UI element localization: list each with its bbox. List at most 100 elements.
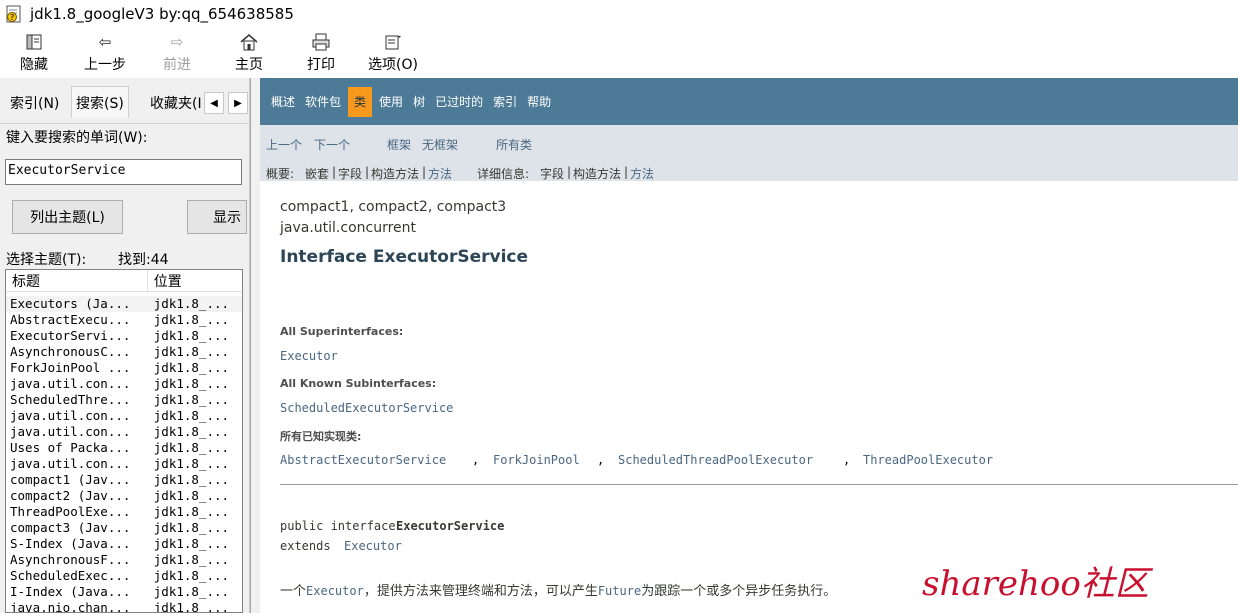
table-row[interactable]: ThreadPoolExe... jdk1.8_... [6, 504, 242, 520]
forward-button[interactable]: ⇨ 前进 [158, 28, 196, 78]
tab-favorites[interactable]: 收藏夹(I [146, 90, 204, 116]
impl-class-link[interactable]: ForkJoinPool [493, 453, 580, 467]
row-location: jdk1.8_... [153, 584, 230, 599]
table-row[interactable]: ScheduledThre... jdk1.8_... [6, 392, 242, 408]
table-row[interactable]: compact3 (Jav... jdk1.8_... [6, 520, 242, 536]
table-row[interactable]: AsynchronousF... jdk1.8_... [6, 552, 242, 568]
row-title: java.util.con... [10, 456, 131, 471]
package-name: java.util.concurrent [280, 220, 417, 236]
superinterface-link[interactable]: Executor [280, 349, 338, 363]
tab-scroll-left-button[interactable]: ◀ [204, 92, 224, 114]
search-input[interactable]: ExecutorService [5, 159, 242, 185]
subinterface-link[interactable]: ScheduledExecutorService [280, 401, 453, 415]
table-row[interactable]: java.util.con... jdk1.8_... [6, 424, 242, 440]
topic-list[interactable]: 标题 位置 Executors (Ja... jdk1.8_... Abstrac… [5, 269, 243, 613]
comma: , [597, 453, 605, 467]
column-location[interactable]: 位置 [148, 270, 242, 291]
table-row[interactable]: java.util.con... jdk1.8_... [6, 456, 242, 472]
no-frames-link[interactable]: 无框架 [422, 136, 458, 153]
table-row[interactable]: Uses of Packa... jdk1.8_... [6, 440, 242, 456]
desc-executor-link[interactable]: Executor [306, 584, 364, 598]
declaration-prefix: public interface [280, 519, 396, 533]
extends-link[interactable]: Executor [344, 539, 402, 553]
desc-text-1: 一个 [280, 584, 307, 599]
prev-class-link[interactable]: 上一个 [266, 136, 302, 153]
column-location-label: 位置 [153, 273, 182, 290]
impl-class-link[interactable]: ScheduledThreadPoolExecutor [618, 453, 813, 467]
subinterfaces-label: All Known Subinterfaces: [280, 377, 437, 390]
nav-tree[interactable]: 树 [408, 87, 430, 117]
divider [280, 484, 1238, 485]
next-class-link[interactable]: 下一个 [314, 136, 350, 153]
summary-constructor: 构造方法 [371, 167, 420, 181]
comma: , [472, 453, 480, 467]
frames-link[interactable]: 框架 [387, 136, 411, 153]
table-row[interactable]: java.nio.chan... jdk1.8_... [6, 600, 242, 613]
column-title[interactable]: 标题 [6, 270, 148, 291]
sub-navbar: 上一个 下一个 框架 无框架 所有类 概要: 嵌套 | 字段 | 构造方法 | … [260, 125, 1238, 181]
table-row[interactable]: ForkJoinPool ... jdk1.8_... [6, 360, 242, 376]
nav-help[interactable]: 帮助 [522, 87, 556, 117]
table-row[interactable]: AsynchronousC... jdk1.8_... [6, 344, 242, 360]
table-row[interactable]: I-Index (Java... jdk1.8_... [6, 584, 242, 600]
row-location: jdk1.8_... [153, 600, 230, 613]
table-row[interactable]: AbstractExecu... jdk1.8_... [6, 312, 242, 328]
content-pane: 概述 软件包 类 使用 树 已过时的 索引 帮助 上一个 下一个 框架 无框架 … [260, 78, 1238, 613]
row-location: jdk1.8_... [153, 472, 230, 487]
nav-overview[interactable]: 概述 [266, 87, 300, 117]
tab-search[interactable]: 搜索(S) [71, 86, 129, 118]
column-title-label: 标题 [12, 273, 40, 290]
options-button[interactable]: 选项(O) [366, 28, 420, 78]
table-row[interactable]: compact1 (Jav... jdk1.8_... [6, 472, 242, 488]
row-title: AsynchronousF... [10, 552, 131, 567]
row-title: S-Index (Java... [10, 536, 131, 551]
toolbar: 隐藏 ⇦ 上一步 ⇨ 前进 主页 打印 选项(O) [0, 28, 1238, 78]
row-location: jdk1.8_... [153, 408, 230, 423]
table-row[interactable]: S-Index (Java... jdk1.8_... [6, 536, 242, 552]
table-row[interactable]: ScheduledExec... jdk1.8_... [6, 568, 242, 584]
home-icon [238, 32, 260, 52]
desc-future-link[interactable]: Future [598, 584, 641, 598]
row-location: jdk1.8_... [153, 360, 230, 375]
title-bar: ? jdk1.8_googleV3 by:qq_654638585 [0, 0, 1238, 28]
table-row[interactable]: ExecutorServi... jdk1.8_... [6, 328, 242, 344]
row-location: jdk1.8_... [153, 568, 230, 583]
table-row[interactable]: compact2 (Jav... jdk1.8_... [6, 488, 242, 504]
tab-search-label: 搜索(S) [76, 95, 124, 112]
table-row[interactable]: java.util.con... jdk1.8_... [6, 376, 242, 392]
detail-label: 详细信息: [477, 167, 530, 181]
row-location: jdk1.8_... [153, 488, 230, 503]
tab-index[interactable]: 索引(N) [6, 90, 63, 116]
row-location: jdk1.8_... [153, 328, 230, 343]
pane-splitter[interactable] [250, 78, 260, 613]
nav-index[interactable]: 索引 [488, 87, 522, 117]
back-arrow-icon: ⇦ [98, 33, 112, 51]
printer-icon [310, 32, 332, 52]
row-location: jdk1.8_... [153, 296, 230, 311]
table-row[interactable]: Executors (Ja... jdk1.8_... [6, 296, 242, 312]
detail-method-link[interactable]: 方法 [630, 165, 654, 182]
display-label: 显示 [213, 210, 241, 226]
row-title: ScheduledThre... [10, 392, 131, 407]
list-topics-button[interactable]: 列出主题(L) [12, 200, 123, 234]
tab-scroll-right-button[interactable]: ▶ [228, 92, 248, 114]
nav-package[interactable]: 软件包 [300, 87, 346, 117]
nav-deprecated[interactable]: 已过时的 [430, 87, 488, 117]
print-button[interactable]: 打印 [302, 28, 340, 78]
display-button[interactable]: 显示 [187, 200, 247, 234]
row-location: jdk1.8_... [153, 392, 230, 407]
impl-class-link[interactable]: ThreadPoolExecutor [863, 453, 993, 467]
summary-label: 概要: [266, 167, 295, 181]
hide-button[interactable]: 隐藏 [14, 28, 54, 78]
back-button[interactable]: ⇦ 上一步 [80, 28, 130, 78]
sep: | [365, 165, 370, 179]
impl-class-link[interactable]: AbstractExecutorService [280, 453, 446, 467]
all-classes-link[interactable]: 所有类 [496, 136, 532, 153]
table-row[interactable]: java.util.con... jdk1.8_... [6, 408, 242, 424]
print-label: 打印 [307, 57, 335, 73]
row-location: jdk1.8_... [153, 440, 230, 455]
nav-use[interactable]: 使用 [374, 87, 408, 117]
superinterfaces-label: All Superinterfaces: [280, 325, 404, 338]
home-button[interactable]: 主页 [230, 28, 268, 78]
summary-method-link[interactable]: 方法 [428, 165, 452, 182]
